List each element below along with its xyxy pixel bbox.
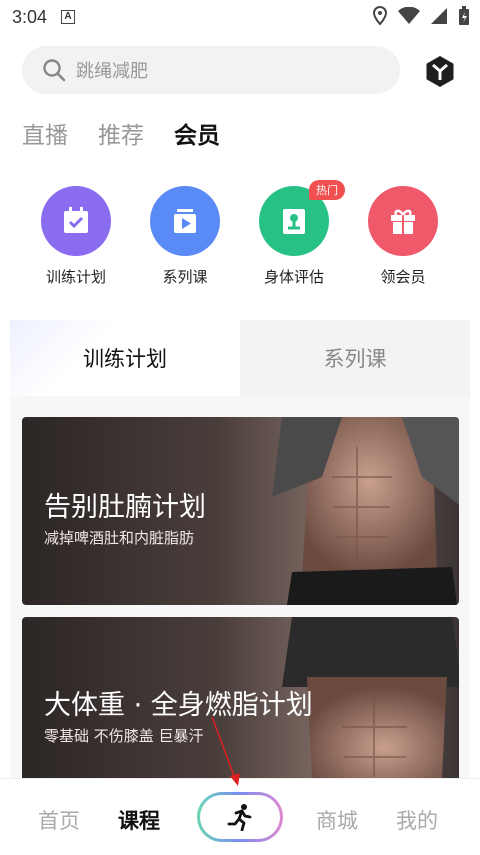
top-tabs: 直播 推荐 会员 (22, 116, 220, 150)
battery-icon (459, 6, 469, 25)
bottom-nav: 首页 课程 商城 我的 (0, 778, 480, 855)
plan-tabs: 训练计划 系列课 (10, 320, 470, 396)
search-icon (43, 59, 66, 82)
hot-badge: 热门 (309, 180, 345, 200)
quick-entry-circle (41, 186, 111, 256)
status-bar: 3:04 A (0, 0, 480, 34)
card-subtitle: 零基础 不伤膝盖 巨暴汗 (44, 727, 204, 745)
tab-training-plan[interactable]: 训练计划 (10, 320, 240, 396)
status-icons (372, 6, 470, 26)
card-subtitle: 减掉啤酒肚和内脏脂肪 (44, 529, 195, 547)
quick-entry-grid: 训练计划 系列课 热门 身体评估 领会员 (0, 180, 480, 296)
notification-a-icon: A (61, 10, 76, 24)
quick-entry-label: 领会员 (380, 268, 426, 286)
quick-entry-label: 身体评估 (263, 268, 324, 286)
quick-entry-circle (150, 186, 220, 256)
gift-icon (391, 209, 415, 234)
nav-home[interactable]: 首页 (38, 805, 80, 835)
card-photo (272, 417, 459, 605)
quick-entry-get-membership[interactable]: 领会员 (348, 186, 458, 287)
calendar-check-icon (64, 207, 88, 233)
location-icon (372, 6, 388, 26)
plan-card[interactable]: 告别肚腩计划 减掉啤酒肚和内脏脂肪 (22, 417, 459, 605)
running-icon (227, 804, 252, 831)
signal-icon (431, 8, 447, 24)
video-play-icon (174, 209, 196, 233)
tab-live[interactable]: 直播 (22, 116, 68, 150)
tab-member[interactable]: 会员 (174, 116, 220, 150)
quick-entry-body-assessment[interactable]: 热门 身体评估 (239, 180, 349, 287)
nav-courses[interactable]: 课程 (118, 805, 160, 835)
quick-entry-training-plan[interactable]: 训练计划 (21, 186, 131, 287)
nav-run-button-inner (200, 795, 280, 839)
status-time: 3:04 (12, 6, 48, 27)
body-assessment-icon (283, 209, 305, 234)
nav-mine[interactable]: 我的 (396, 805, 438, 835)
quick-entry-label: 训练计划 (45, 268, 106, 286)
quick-entry-circle (368, 186, 438, 256)
keep-logo-icon[interactable] (424, 55, 456, 87)
nav-run-button[interactable] (197, 792, 283, 842)
plan-card[interactable]: 大体重 · 全身燃脂计划 零基础 不伤膝盖 巨暴汗 (22, 617, 459, 778)
card-title: 告别肚腩计划 (44, 492, 206, 523)
tab-series-course[interactable]: 系列课 (240, 320, 470, 396)
wifi-icon (398, 7, 420, 24)
quick-entry-series[interactable]: 系列课 (130, 186, 240, 287)
quick-entry-label: 系列课 (162, 268, 208, 286)
card-title: 大体重 · 全身燃脂计划 (44, 690, 313, 721)
search-bar[interactable]: 跳绳减肥 (22, 46, 400, 94)
tab-recommend[interactable]: 推荐 (98, 116, 144, 150)
search-placeholder: 跳绳减肥 (76, 61, 148, 82)
nav-mall[interactable]: 商城 (316, 805, 358, 835)
